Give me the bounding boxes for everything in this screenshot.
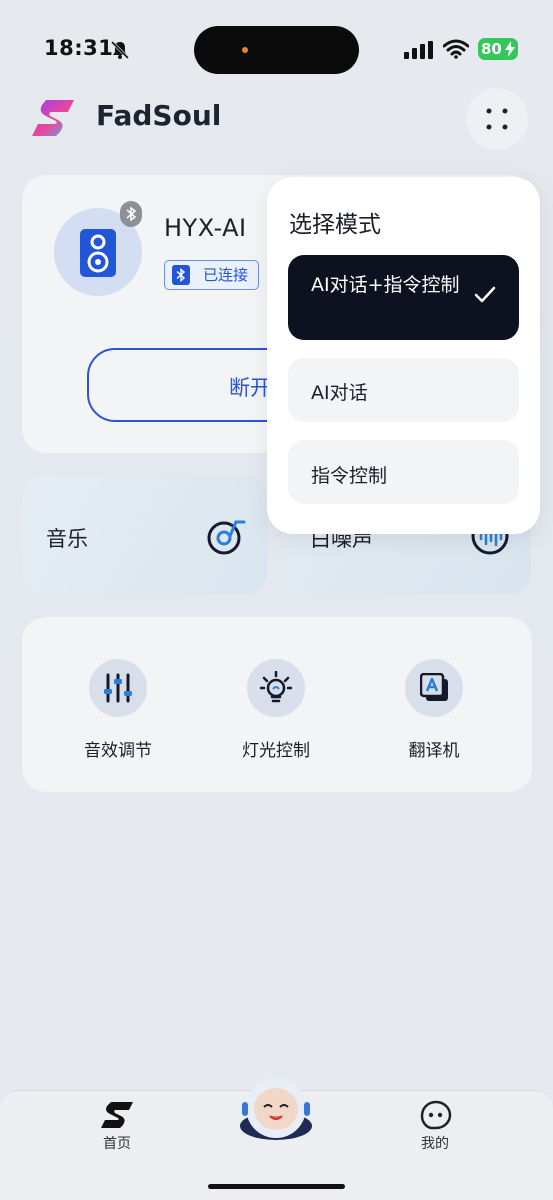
bluetooth-icon [172,265,190,285]
translate-icon [420,673,448,701]
camera-indicator [242,47,248,53]
speaker-icon [80,229,116,277]
light-control-button[interactable] [247,659,305,717]
music-label: 音乐 [46,527,88,551]
four-dots-icon [486,108,508,130]
dynamic-island [194,26,359,74]
home-logo-icon[interactable] [99,1101,135,1129]
bluetooth-icon [126,206,137,222]
tab-home[interactable]: 首页 [87,1133,147,1153]
mode-option-label: 指令控制 [311,465,388,487]
bluetooth-badge [120,201,142,227]
disconnect-label: 断开 [229,376,271,400]
popup-title: 选择模式 [289,212,381,238]
ai-assistant-button[interactable] [240,1076,313,1142]
equalizer-icon [104,673,132,703]
signal-icon [404,41,433,59]
equalizer-button[interactable] [89,659,147,717]
device-name: HYX-AI [164,214,247,242]
music-disc-icon [207,520,246,555]
connection-status-text: 已连接 [203,266,249,284]
home-indicator [208,1184,345,1189]
equalizer-label: 音效调节 [84,741,152,761]
mode-option-label: AI对话+指令控制 [311,274,460,296]
profile-icon[interactable] [420,1100,452,1130]
bell-slash-icon [110,40,130,60]
brand-name: FadSoul [96,99,222,132]
status-time: 18:31 [44,36,114,60]
menu-button[interactable] [466,88,528,150]
fadsoul-logo-icon [32,100,74,136]
wifi-icon [443,39,469,59]
checkmark-icon [474,286,496,303]
translator-label: 翻译机 [408,741,460,761]
translator-button[interactable] [405,659,463,717]
charging-bolt-icon [505,41,515,57]
mode-option-label: AI对话 [311,382,368,404]
robot-assistant-icon [240,1078,312,1140]
lightbulb-icon [260,671,292,703]
tab-mine[interactable]: 我的 [405,1133,465,1153]
light-control-label: 灯光控制 [242,741,310,761]
